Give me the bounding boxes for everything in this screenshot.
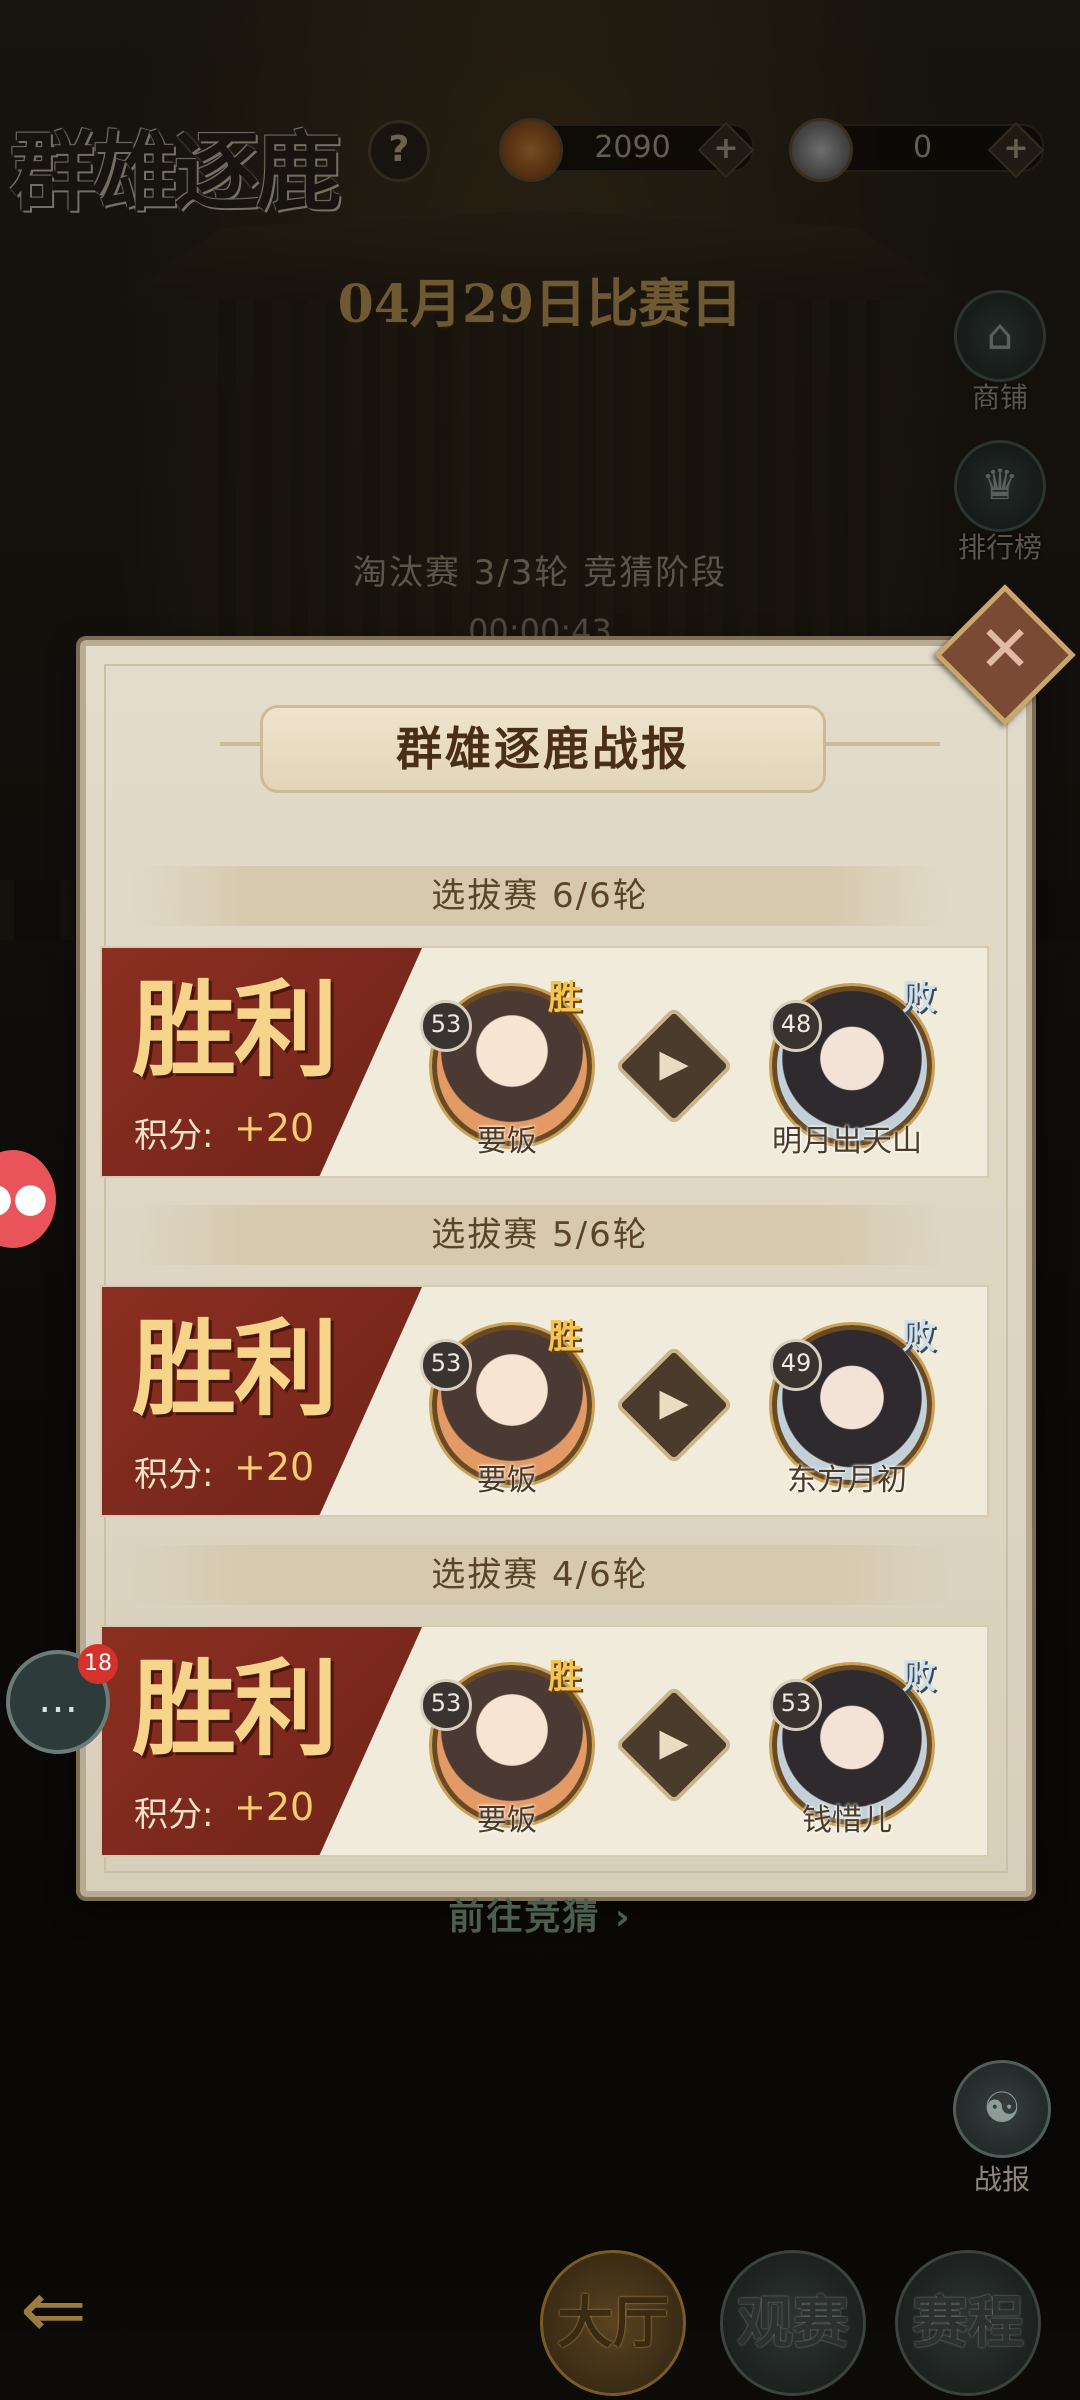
lose-tag: 败 [902, 978, 936, 1018]
player-name: 要饭 [477, 1803, 537, 1838]
win-tag: 胜 [548, 1317, 582, 1357]
tab-spectate[interactable]: 观赛 [720, 2250, 866, 2396]
result-text: 胜利 [132, 1307, 338, 1430]
chat-unread-badge: 18 [78, 1644, 118, 1684]
opponent-name: 东方月初 [787, 1463, 907, 1498]
film-icon: ▶ [659, 1380, 689, 1424]
lose-tag: 败 [902, 1657, 936, 1697]
round-header: 选拔赛 6/6轮 [130, 866, 950, 926]
match-card: 胜利 积分: +20 53 胜 要饭 ▶ 53 败 钱惜儿 [100, 1625, 989, 1857]
score-value: +20 [234, 1106, 315, 1150]
replay-button[interactable]: ▶ [614, 1685, 734, 1805]
score-label: 积分: [134, 1116, 214, 1156]
tab-schedule[interactable]: 赛程 [895, 2250, 1041, 2396]
level-badge: 49 [770, 1339, 822, 1391]
replay-button[interactable]: ▶ [614, 1006, 734, 1126]
score-label: 积分: [134, 1455, 214, 1495]
score-value: +20 [234, 1445, 315, 1489]
level-badge: 53 [420, 1000, 472, 1052]
tab-lobby[interactable]: 大厅 [540, 2250, 686, 2396]
score-label: 积分: [134, 1795, 214, 1835]
opponent-name: 明月出天山 [772, 1124, 922, 1159]
result-banner: 胜利 积分: +20 [102, 948, 422, 1176]
dialog-title: 群雄逐鹿战报 [396, 722, 690, 776]
close-icon: ✕ [978, 613, 1032, 687]
result-text: 胜利 [132, 968, 338, 1091]
result-text: 胜利 [132, 1647, 338, 1770]
back-arrow-icon[interactable]: ⇐ [20, 2270, 150, 2350]
replay-button[interactable]: ▶ [614, 1345, 734, 1465]
film-icon: ▶ [659, 1720, 689, 1764]
chat-bubble-icon: … [38, 1676, 78, 1722]
level-badge: 53 [420, 1339, 472, 1391]
round-header: 选拔赛 4/6轮 [130, 1545, 950, 1605]
level-badge: 48 [770, 1000, 822, 1052]
match-card: 胜利 积分: +20 53 胜 要饭 ▶ 48 败 明月出天山 [100, 946, 989, 1178]
report-label: 战报 [973, 2163, 1030, 2196]
player-name: 要饭 [477, 1124, 537, 1159]
player-name: 要饭 [477, 1463, 537, 1498]
win-tag: 胜 [548, 1657, 582, 1697]
level-badge: 53 [420, 1679, 472, 1731]
level-badge: 53 [770, 1679, 822, 1731]
goto-guess-link[interactable]: 前往竞猜 › [400, 1888, 680, 1940]
dialog-title-plate: 群雄逐鹿战报 [260, 705, 826, 793]
lose-tag: 败 [902, 1317, 936, 1357]
match-card: 胜利 积分: +20 53 胜 要饭 ▶ 49 败 东方月初 [100, 1285, 989, 1517]
report-icon: ☯ [953, 2060, 1051, 2158]
report-button[interactable]: ☯ 战报 [952, 2060, 1052, 2198]
film-icon: ▶ [659, 1041, 689, 1085]
title-ornament-right [820, 742, 940, 746]
opponent-name: 钱惜儿 [802, 1803, 892, 1838]
result-banner: 胜利 积分: +20 [102, 1287, 422, 1515]
round-header: 选拔赛 5/6轮 [130, 1205, 950, 1265]
score-value: +20 [234, 1785, 315, 1829]
win-tag: 胜 [548, 978, 582, 1018]
result-banner: 胜利 积分: +20 [102, 1627, 422, 1855]
